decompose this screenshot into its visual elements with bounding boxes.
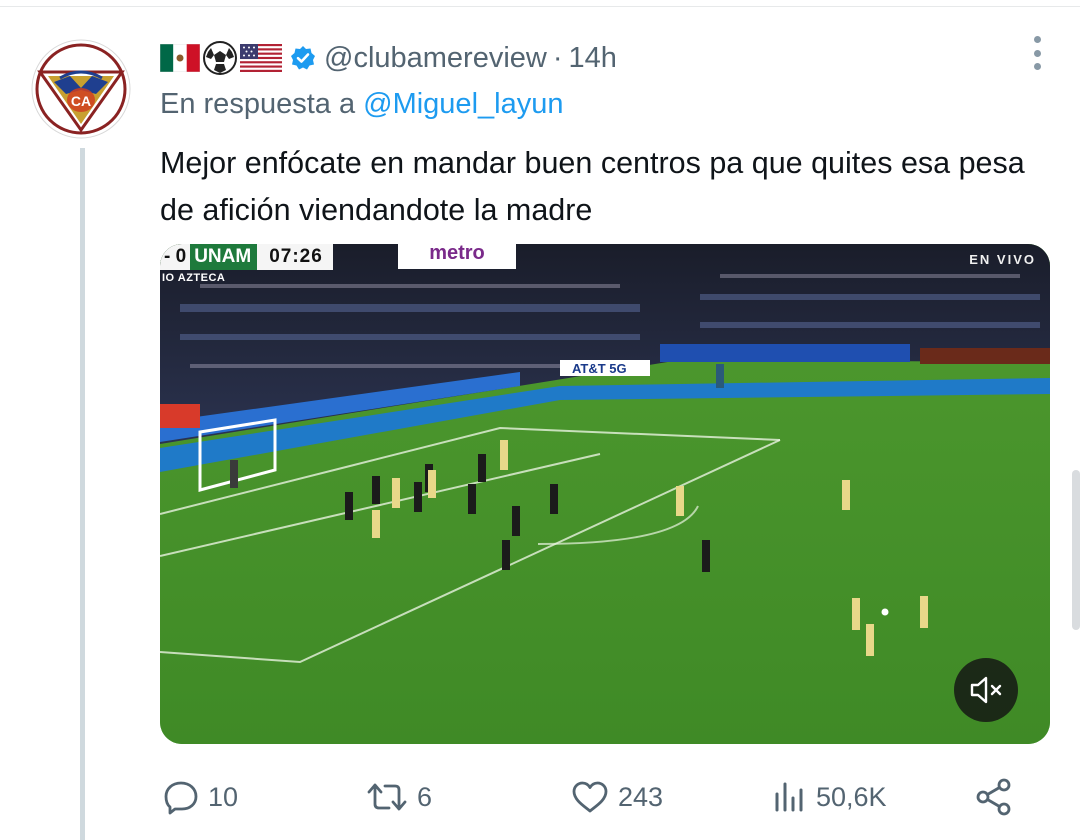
sponsor-logo: metro bbox=[398, 244, 516, 269]
top-divider bbox=[0, 6, 1080, 7]
club-logo-icon: CA bbox=[31, 39, 131, 139]
avatar[interactable]: CA bbox=[30, 38, 132, 140]
like-button[interactable]: 243 bbox=[570, 772, 663, 822]
reply-count: 10 bbox=[208, 781, 239, 812]
separator-dot: · bbox=[552, 41, 563, 74]
tweet-header: @clubamereview · 14h bbox=[160, 38, 617, 78]
display-name-emojis[interactable] bbox=[160, 40, 282, 76]
share-button[interactable] bbox=[974, 772, 1014, 822]
views-icon bbox=[772, 780, 808, 814]
reply-mention-link[interactable]: @Miguel_layun bbox=[363, 88, 563, 120]
usa-flag-icon bbox=[240, 44, 282, 72]
svg-text:AT&T 5G: AT&T 5G bbox=[572, 361, 627, 376]
svg-text:CA: CA bbox=[71, 93, 91, 109]
video-player[interactable]: AT&T 5G - 0 UNAM 07:26 IO AZTECA metro E… bbox=[160, 244, 1050, 744]
scoreboard: - 0 UNAM 07:26 bbox=[160, 244, 333, 270]
score: - 0 bbox=[160, 244, 191, 270]
retweet-icon bbox=[365, 780, 409, 814]
timestamp[interactable]: 14h bbox=[569, 42, 617, 75]
retweet-count: 6 bbox=[417, 781, 433, 812]
verified-badge-icon[interactable] bbox=[290, 45, 316, 71]
video-frame: AT&T 5G bbox=[160, 244, 1050, 744]
more-options-icon[interactable] bbox=[1032, 36, 1042, 70]
reply-button[interactable]: 10 bbox=[162, 772, 238, 822]
views-button[interactable]: 50,6K bbox=[772, 772, 887, 822]
live-label: EN VIVO bbox=[969, 252, 1036, 267]
scrollbar[interactable] bbox=[1072, 470, 1080, 630]
team-name: UNAM bbox=[190, 244, 258, 270]
heart-icon bbox=[570, 779, 610, 815]
action-bar: 10 6 243 50,6K bbox=[160, 772, 1030, 822]
match-clock: 07:26 bbox=[257, 244, 333, 270]
reply-context: En respuesta a @Miguel_layun bbox=[160, 88, 563, 121]
mexico-flag-icon bbox=[160, 44, 200, 72]
reply-icon bbox=[162, 778, 200, 816]
views-count: 50,6K bbox=[816, 781, 887, 812]
venue-label: IO AZTECA bbox=[162, 272, 226, 284]
like-count: 243 bbox=[618, 781, 664, 812]
reply-prefix: En respuesta a bbox=[160, 88, 356, 120]
tweet-text: Mejor enfócate en mandar buen centros pa… bbox=[160, 146, 1025, 227]
retweet-button[interactable]: 6 bbox=[365, 772, 432, 822]
user-handle[interactable]: @clubamereview bbox=[324, 42, 547, 75]
soccer-ball-icon bbox=[203, 41, 237, 75]
thread-line bbox=[80, 148, 85, 840]
share-icon bbox=[974, 777, 1014, 817]
volume-muted-icon[interactable] bbox=[954, 658, 1018, 722]
